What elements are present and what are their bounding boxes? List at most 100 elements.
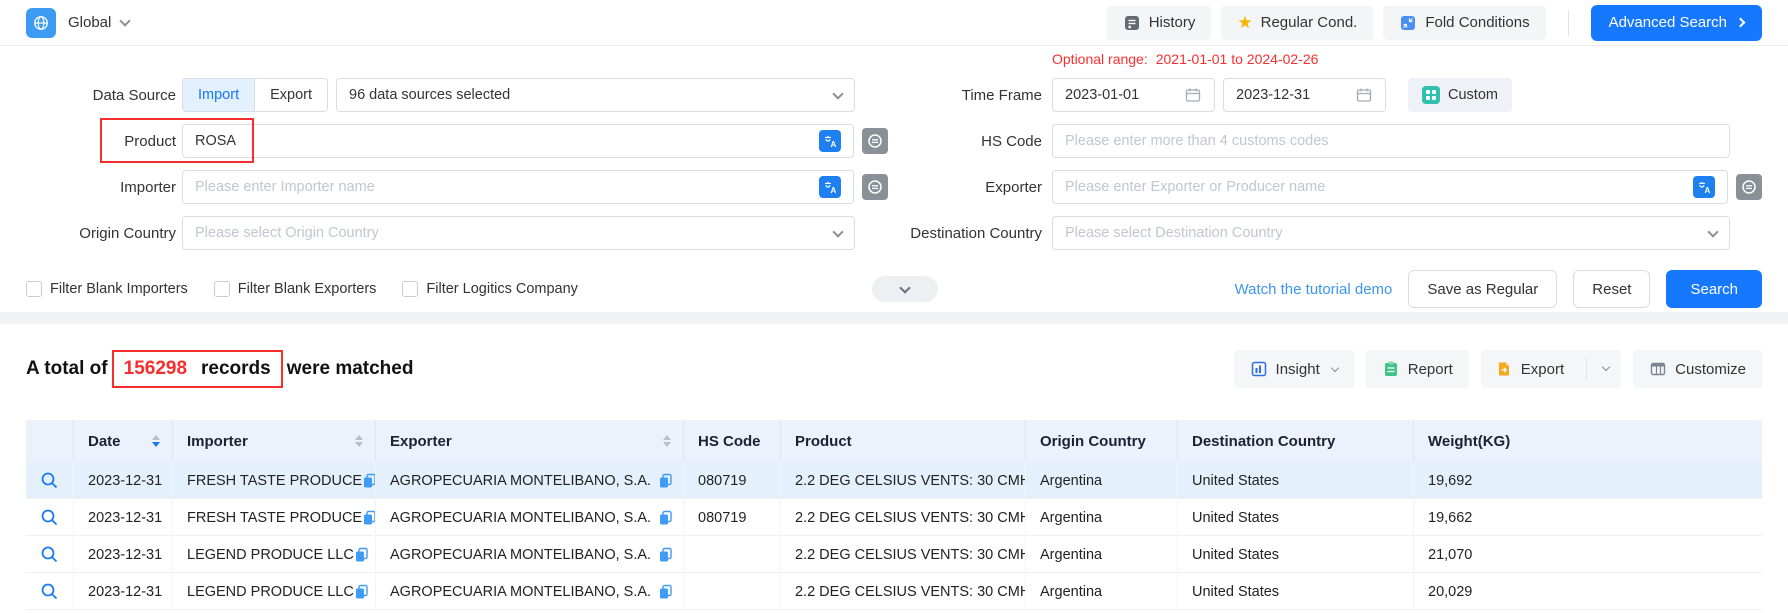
time-frame-row: Time Frame 2023-01-01 2023-12-31 xyxy=(886,78,1762,112)
collapse-conditions-pill[interactable] xyxy=(872,276,938,302)
importer-name: FRESH TASTE PRODUCE xyxy=(187,473,362,489)
sort-asc-icon xyxy=(355,435,363,440)
filter-logistics-company-checkbox[interactable]: Filter Logitics Company xyxy=(402,281,578,297)
results-total-text: A total of 156298 records were matched xyxy=(26,350,413,388)
globe-icon[interactable] xyxy=(26,8,56,38)
copy-icon[interactable] xyxy=(658,547,673,563)
cell-hs-code xyxy=(684,536,781,573)
product-label: Product xyxy=(26,133,176,150)
insight-icon xyxy=(1250,360,1268,378)
fold-conditions-button[interactable]: Fold Conditions xyxy=(1383,6,1545,40)
custom-range-button[interactable]: Custom xyxy=(1408,78,1512,112)
exporter-name: AGROPECUARIA MONTELIBANO, S.A. xyxy=(390,584,651,600)
translate-icon[interactable]: A xyxy=(1693,176,1715,198)
importer-label: Importer xyxy=(26,179,176,196)
product-input[interactable] xyxy=(195,133,819,149)
sort-date-control[interactable] xyxy=(152,435,160,447)
region-selector-label[interactable]: Global xyxy=(68,14,111,31)
row-detail-search-icon[interactable] xyxy=(40,508,59,527)
importer-input-wrap: A xyxy=(182,170,854,204)
row-detail-search-icon[interactable] xyxy=(40,582,59,601)
row-detail-search-icon[interactable] xyxy=(40,471,59,490)
cell-hs-code: 080719 xyxy=(684,499,781,536)
region-chevron-down-icon[interactable] xyxy=(120,15,131,26)
table-row[interactable]: 2023-12-31 FRESH TASTE PRODUCE AGROPECUA… xyxy=(26,462,1762,499)
sort-desc-icon xyxy=(663,442,671,447)
total-prefix: A total of xyxy=(26,358,108,380)
origin-country-select[interactable]: Please select Origin Country xyxy=(182,216,855,250)
table-row[interactable]: 2023-12-31 FRESH TASTE PRODUCE AGROPECUA… xyxy=(26,499,1762,536)
chevron-down-icon xyxy=(1707,226,1718,237)
svg-text:A: A xyxy=(1704,186,1710,195)
save-as-regular-label: Save as Regular xyxy=(1427,281,1538,298)
copy-icon[interactable] xyxy=(362,510,376,526)
customize-button[interactable]: Customize xyxy=(1633,350,1762,388)
data-source-label: Data Source xyxy=(26,87,176,104)
importer-name: LEGEND PRODUCE LLC xyxy=(187,547,354,563)
search-button[interactable]: Search xyxy=(1666,270,1762,308)
optional-range-label: Optional range: xyxy=(1052,51,1148,67)
time-frame-label: Time Frame xyxy=(886,87,1042,104)
copy-icon[interactable] xyxy=(354,547,369,563)
dedupe-search-icon[interactable] xyxy=(862,174,888,200)
header-detail-column xyxy=(26,420,74,462)
history-button[interactable]: History xyxy=(1107,6,1212,40)
report-button[interactable]: Report xyxy=(1366,350,1469,388)
chevron-down-icon xyxy=(899,282,910,293)
save-as-regular-button[interactable]: Save as Regular xyxy=(1408,270,1557,308)
advanced-search-button[interactable]: Advanced Search xyxy=(1591,5,1762,41)
export-main-button[interactable]: Export xyxy=(1481,350,1578,388)
dedupe-search-icon[interactable] xyxy=(862,128,888,154)
copy-icon[interactable] xyxy=(658,473,673,489)
translate-icon[interactable]: A xyxy=(819,130,841,152)
dedupe-search-icon[interactable] xyxy=(1736,174,1762,200)
origin-country-row: Origin Country Please select Origin Coun… xyxy=(26,216,888,250)
results-toolbar: Insight Report xyxy=(1234,350,1762,388)
topbar-actions: History ★ Regular Cond. Fold Conditions … xyxy=(1107,5,1762,41)
annotation-red-box-count: 156298 records xyxy=(112,350,283,388)
start-date-input[interactable]: 2023-01-01 xyxy=(1052,78,1215,112)
tutorial-demo-link[interactable]: Watch the tutorial demo xyxy=(1235,281,1393,298)
exporter-input[interactable] xyxy=(1065,179,1693,195)
import-export-toggle: Import Export xyxy=(182,78,328,112)
header-importer[interactable]: Importer xyxy=(173,420,376,462)
chevron-down-icon xyxy=(1602,363,1610,371)
destination-country-select[interactable]: Please select Destination Country xyxy=(1052,216,1730,250)
insight-button[interactable]: Insight xyxy=(1234,350,1354,388)
export-dropdown-button[interactable] xyxy=(1586,358,1621,381)
table-row[interactable]: 2023-12-31 LEGEND PRODUCE LLC AGROPECUAR… xyxy=(26,573,1762,610)
top-bar: Global History ★ Regular Cond. xyxy=(0,0,1788,46)
copy-icon[interactable] xyxy=(658,584,673,600)
table-row[interactable]: 2023-12-31 LEGEND PRODUCE LLC AGROPECUAR… xyxy=(26,536,1762,573)
header-date[interactable]: Date xyxy=(74,420,173,462)
export-toggle[interactable]: Export xyxy=(254,79,327,111)
cell-importer: FRESH TASTE PRODUCE xyxy=(173,462,376,499)
regular-cond-button[interactable]: ★ Regular Cond. xyxy=(1221,6,1373,40)
svg-text:A: A xyxy=(830,140,836,149)
export-label: Export xyxy=(1521,361,1564,378)
hs-code-input[interactable] xyxy=(1065,133,1717,149)
filter-blank-exporters-checkbox[interactable]: Filter Blank Exporters xyxy=(214,281,377,297)
header-hs-code: HS Code xyxy=(684,420,781,462)
data-sources-select[interactable]: 96 data sources selected xyxy=(336,78,855,112)
total-suffix: were matched xyxy=(287,358,414,380)
cell-date: 2023-12-31 xyxy=(74,462,173,499)
cell-origin: Argentina xyxy=(1026,573,1178,610)
row-detail-search-icon[interactable] xyxy=(40,545,59,564)
sort-exporter-control[interactable] xyxy=(663,435,671,447)
filter-blank-importers-checkbox[interactable]: Filter Blank Importers xyxy=(26,281,188,297)
import-toggle[interactable]: Import xyxy=(183,79,254,111)
copy-icon[interactable] xyxy=(354,584,369,600)
data-sources-selected-value: 96 data sources selected xyxy=(349,87,510,103)
copy-icon[interactable] xyxy=(362,473,376,489)
end-date-input[interactable]: 2023-12-31 xyxy=(1223,78,1386,112)
copy-icon[interactable] xyxy=(658,510,673,526)
hs-code-input-wrap xyxy=(1052,124,1730,158)
cell-destination: United States xyxy=(1178,499,1414,536)
translate-icon[interactable]: A xyxy=(819,176,841,198)
header-exporter[interactable]: Exporter xyxy=(376,420,684,462)
importer-input[interactable] xyxy=(195,179,819,195)
origin-country-placeholder: Please select Origin Country xyxy=(195,225,379,241)
sort-importer-control[interactable] xyxy=(355,435,363,447)
reset-button[interactable]: Reset xyxy=(1573,270,1650,308)
